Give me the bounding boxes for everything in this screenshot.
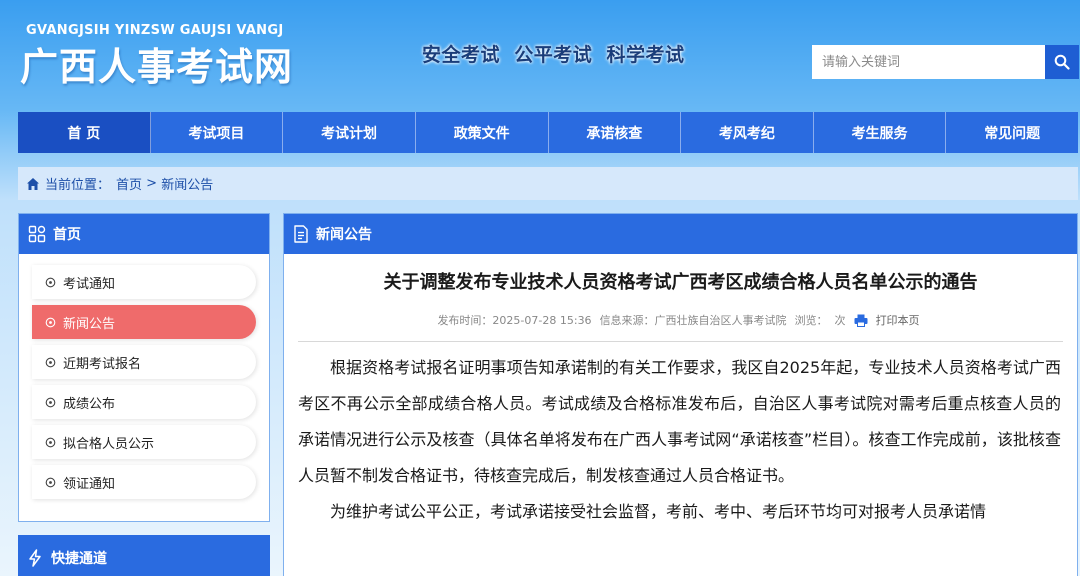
circle-bullet-icon [45,397,56,408]
circle-bullet-icon [45,357,56,368]
sidebar-title: 首页 [53,227,81,243]
nav-item-faq[interactable]: 常见问题 [946,112,1078,153]
home-icon [26,177,40,191]
site-header: GVANGJSIH YINZSW GAUJSI VANGJ 广西人事考试网 安全… [0,0,1080,110]
article-views: 浏览： 次 [794,314,846,327]
search-icon [1054,54,1070,70]
nav-item-home[interactable]: 首 页 [18,112,151,153]
article-paragraph: 根据资格考试报名证明事项告知承诺制的有关工作要求，我区自2025年起，专业技术人… [298,358,1061,485]
nav-item-commitment-check[interactable]: 承诺核查 [549,112,682,153]
lightning-icon [27,548,43,567]
article-source: 信息来源：广西壮族自治区人事考试院 [599,314,787,327]
sidebar-item-certificate-notice[interactable]: 领证通知 [32,465,256,499]
sidebar-item-label: 近期考试报名 [63,356,142,372]
nav-item-exam-plan[interactable]: 考试计划 [283,112,416,153]
breadcrumb-current[interactable]: 新闻公告 [161,174,213,193]
article-meta: 发布时间：2025-07-28 15:36 信息来源：广西壮族自治区人事考试院 … [284,312,1077,328]
quick-access-header[interactable]: 快捷通道 [18,535,270,576]
article-title: 关于调整发布专业技术人员资格考试广西考区成绩合格人员名单公示的通告 [383,272,978,293]
quick-access-title: 快捷通道 [51,550,107,567]
sidebar-item-qualified-publicity[interactable]: 拟合格人员公示 [32,425,256,459]
sidebar-item-exam-notice[interactable]: 考试通知 [32,265,256,299]
print-page-link[interactable]: 打印本页 [854,312,924,328]
main-nav: 首 页 考试项目 考试计划 政策文件 承诺核查 考风考纪 考生服务 常见问题 [18,112,1078,153]
circle-bullet-icon [45,277,56,288]
article-panel: 新闻公告 关于调整发布专业技术人员资格考试广西考区成绩合格人员名单公示的通告 发… [283,213,1078,576]
article-panel-header: 新闻公告 [284,214,1077,254]
sidebar-item-label: 考试通知 [63,276,116,292]
sidebar-list: 考试通知 新闻公告 近期考试报名 成绩公布 拟合格人员公示 领证通知 [19,254,269,499]
sidebar-item-label: 新闻公告 [63,316,116,332]
circle-bullet-icon [45,317,56,328]
sidebar-item-label: 领证通知 [63,476,116,492]
breadcrumb-home-link[interactable]: 首页 [116,174,142,193]
nav-item-exam-projects[interactable]: 考试项目 [151,112,284,153]
article-paragraph: 为维护考试公平公正，考试承诺接受社会监督，考前、考中、考后环节均可对报考人员承诺… [330,502,987,521]
nav-item-exam-discipline[interactable]: 考风考纪 [681,112,814,153]
search-button[interactable] [1045,45,1079,79]
breadcrumb: 当前位置： 首页 > 新闻公告 [18,167,1078,200]
article-publish-time: 发布时间：2025-07-28 15:36 [437,314,592,327]
sidebar-item-label: 拟合格人员公示 [63,436,155,452]
article-body: 根据资格考试报名证明事项告知承诺制的有关工作要求，我区自2025年起，专业技术人… [284,342,1077,530]
sidebar-item-recent-registration[interactable]: 近期考试报名 [32,345,256,379]
sidebar-item-score-release[interactable]: 成绩公布 [32,385,256,419]
breadcrumb-separator: > [142,176,162,191]
site-logo[interactable]: 广西人事考试网 [20,36,293,91]
sidebar-item-news[interactable]: 新闻公告 [32,305,256,339]
sidebar: 首页 考试通知 新闻公告 近期考试报名 成绩公布 拟合格人员公示 领证通知 [18,213,270,522]
search-input[interactable] [812,45,1045,79]
document-icon [293,225,309,243]
print-page-label: 打印本页 [875,314,920,327]
sidebar-header: 首页 [19,214,269,254]
sidebar-item-label: 成绩公布 [63,396,116,412]
nav-item-policy-documents[interactable]: 政策文件 [416,112,549,153]
circle-bullet-icon [45,477,56,488]
circle-bullet-icon [45,437,56,448]
nav-item-candidate-services[interactable]: 考生服务 [814,112,947,153]
site-slogan: 安全考试 公平考试 科学考试 [422,44,685,66]
article-panel-title: 新闻公告 [316,227,372,243]
breadcrumb-prefix: 当前位置： [45,178,111,193]
printer-icon [854,314,868,327]
grid-icon [28,225,46,243]
